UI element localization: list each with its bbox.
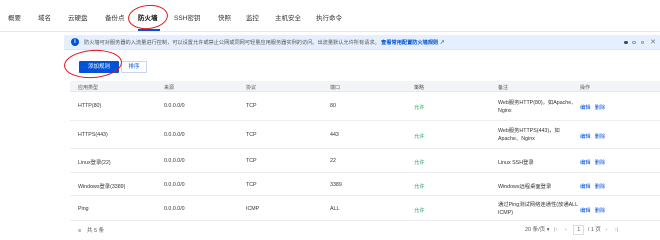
policy-cell: 允许 [414, 134, 425, 140]
total-count: ≡ 共 5 条 [78, 226, 104, 234]
protocol-cell: TCP [246, 182, 257, 188]
tab-snapshot[interactable]: 快照 [218, 12, 231, 22]
active-tab-indicator [138, 29, 160, 31]
column-header: 备注 [498, 85, 509, 91]
edit-link[interactable]: 编辑 [580, 105, 591, 111]
row-actions: 编辑 删除 [580, 103, 609, 111]
add-rule-button[interactable]: 添加规则 [79, 61, 119, 73]
tab-bar: 概要 域名 云硬盘 备份点 防火墙 SSH密钥 快照 监控 主机安全 执行命令 [0, 0, 660, 32]
tab-backup[interactable]: 备份点 [105, 12, 125, 22]
next-page-icon[interactable]: › [605, 227, 607, 233]
close-icon[interactable]: ✕ [650, 38, 656, 46]
source-cell: 0.0.0.0/0 [164, 158, 185, 164]
source-cell: 0.0.0.0/0 [164, 206, 185, 212]
policy-cell: 允许 [414, 184, 425, 190]
policy-cell: 允许 [414, 208, 425, 214]
app-type-cell: Ping [78, 206, 89, 212]
carousel-dot[interactable] [632, 40, 636, 44]
port-cell: 80 [330, 103, 336, 109]
delete-link[interactable]: 删除 [595, 160, 606, 166]
port-cell: 443 [330, 132, 339, 138]
carousel-dot[interactable] [624, 40, 628, 44]
port-cell: 22 [330, 158, 336, 164]
page-total: / 1 页 [587, 227, 601, 233]
row-actions: 编辑 删除 [580, 132, 609, 140]
list-icon: ≡ [78, 228, 82, 234]
page-size-select[interactable]: 20 [525, 227, 531, 233]
note-cell: Web服务HTTPS(443)，如Apache、Nginx [498, 128, 560, 142]
protocol-cell: TCP [246, 132, 257, 138]
edit-link[interactable]: 编辑 [580, 134, 591, 140]
edit-link[interactable]: 编辑 [580, 208, 591, 214]
note-cell: Windows远程桌面登录 [498, 184, 552, 190]
tab-host-security[interactable]: 主机安全 [275, 12, 301, 22]
table-row: Windows登录(3389) 0.0.0.0/0 TCP 3389 允许 Wi… [70, 173, 660, 196]
column-header: 操作 [580, 85, 591, 91]
source-cell: 0.0.0.0/0 [164, 103, 185, 109]
table-footer: ≡ 共 5 条 20 条/页 ▾ |‹ ‹ 1 / 1 页 › ›| [70, 221, 660, 240]
carousel-dots [621, 40, 644, 46]
info-icon: i [71, 38, 79, 46]
tab-monitor[interactable]: 监控 [246, 12, 259, 22]
table-row: Linux登录(22) 0.0.0.0/0 TCP 22 允许 Linux SS… [70, 149, 660, 173]
total-label: 共 5 条 [87, 228, 105, 234]
tab-firewall[interactable]: 防火墙 [138, 12, 158, 22]
current-page-input[interactable]: 1 [573, 225, 585, 235]
delete-link[interactable]: 删除 [595, 134, 606, 140]
notice-text: 防火墙可对服务器的入流量进行控制，可以设置允许或禁止公网或同网可轻量应用服务器实… [84, 39, 445, 46]
table-row: HTTP(80) 0.0.0.0/0 TCP 80 允许 Web服务HTTP(8… [70, 92, 660, 121]
policy-cell: 允许 [414, 105, 425, 111]
row-actions: 编辑 删除 [580, 206, 609, 214]
tab-overview[interactable]: 概要 [8, 12, 21, 22]
notice-banner: i 防火墙可对服务器的入流量进行控制，可以设置允许或禁止公网或同网可轻量应用服务… [64, 35, 660, 50]
column-header: 策略 [414, 85, 425, 91]
column-header: 来源 [164, 85, 175, 91]
row-actions: 编辑 删除 [580, 158, 609, 166]
app-type-cell: HTTPS(443) [78, 132, 108, 138]
note-cell: Linux SSH登录 [498, 160, 534, 166]
protocol-cell: ICMP [246, 206, 260, 212]
row-actions: 编辑 删除 [580, 182, 609, 190]
port-cell: ALL [330, 206, 340, 212]
last-page-icon[interactable]: ›| [615, 227, 618, 233]
sort-button[interactable]: 排序 [121, 61, 147, 73]
tab-cloud-disk[interactable]: 云硬盘 [68, 12, 88, 22]
tab-run-command[interactable]: 执行命令 [316, 12, 342, 22]
pagination: 20 条/页 ▾ |‹ ‹ 1 / 1 页 › ›| [525, 225, 621, 235]
protocol-cell: TCP [246, 158, 257, 164]
source-cell: 0.0.0.0/0 [164, 132, 185, 138]
delete-link[interactable]: 删除 [595, 184, 606, 190]
carousel-dot[interactable] [640, 40, 644, 44]
column-header: 端口 [330, 85, 341, 91]
prev-page-icon[interactable]: ‹ [565, 227, 567, 233]
note-cell: Web服务HTTP(80)，如Apache、Nginx [498, 100, 577, 114]
chevron-down-icon[interactable]: ▾ [547, 227, 550, 233]
notice-message: 防火墙可对服务器的入流量进行控制，可以设置允许或禁止公网或同网可轻量应用服务器实… [84, 40, 380, 46]
page-size-suffix: 条/页 [532, 227, 546, 233]
table-row: Ping 0.0.0.0/0 ICMP ALL 允许 通过Ping测试网络连通性… [70, 196, 660, 221]
tab-domain[interactable]: 域名 [38, 12, 51, 22]
table-row: HTTPS(443) 0.0.0.0/0 TCP 443 允许 Web服务HTT… [70, 121, 660, 149]
policy-cell: 允许 [414, 160, 425, 166]
edit-link[interactable]: 编辑 [580, 160, 591, 166]
table-header: 应用类型 来源 协议 端口 策略 备注 操作 [70, 81, 660, 92]
source-cell: 0.0.0.0/0 [164, 182, 185, 188]
protocol-cell: TCP [246, 103, 257, 109]
column-header: 应用类型 [78, 85, 99, 91]
first-page-icon[interactable]: |‹ [554, 227, 557, 233]
app-type-cell: Linux登录(22) [78, 160, 111, 166]
delete-link[interactable]: 删除 [595, 105, 606, 111]
delete-link[interactable]: 删除 [595, 208, 606, 214]
firewall-rules-link[interactable]: 查看常用配置防火墙规则 [381, 40, 438, 46]
external-link-icon[interactable]: ↗ [440, 40, 445, 46]
note-cell: 通过Ping测试网络连通性(放通ALL ICMP) [498, 202, 578, 216]
app-type-cell: HTTP(80) [78, 103, 102, 109]
app-type-cell: Windows登录(3389) [78, 184, 126, 190]
column-header: 协议 [246, 85, 257, 91]
tab-ssh-key[interactable]: SSH密钥 [174, 12, 200, 22]
edit-link[interactable]: 编辑 [580, 184, 591, 190]
port-cell: 3389 [330, 182, 342, 188]
